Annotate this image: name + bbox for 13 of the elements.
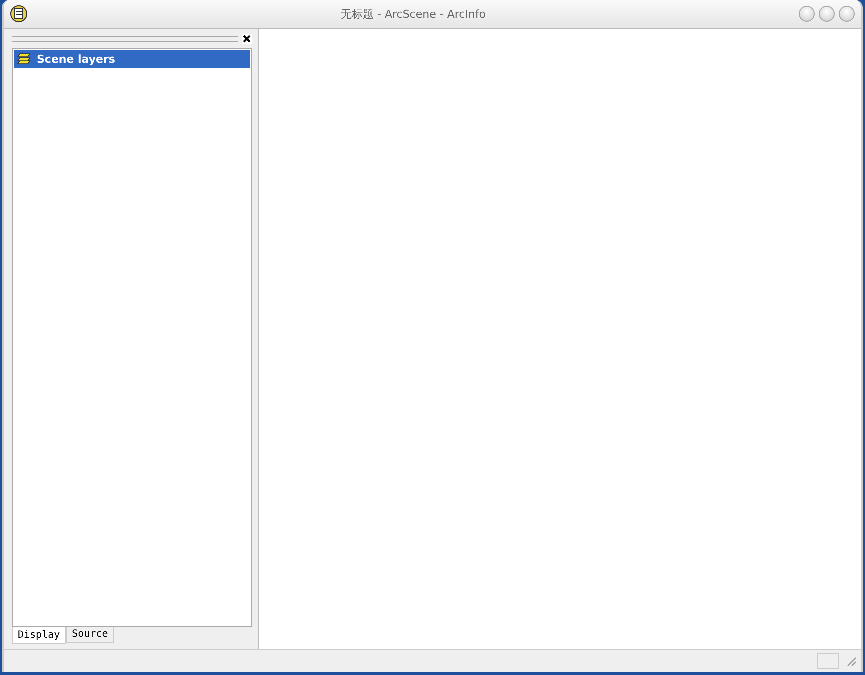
tab[interactable]: Display [12, 627, 66, 644]
close-icon[interactable] [242, 34, 252, 44]
window-control-button[interactable] [799, 6, 815, 22]
resize-grip-icon[interactable] [845, 655, 857, 667]
tab[interactable]: Source [66, 627, 114, 643]
status-pane [817, 653, 839, 669]
app-icon [10, 5, 28, 23]
tree-item[interactable]: Scene layers [14, 50, 250, 68]
layers-icon [17, 53, 31, 65]
window-control-button[interactable] [839, 6, 855, 22]
panel-grip[interactable] [12, 36, 238, 42]
window-control-button[interactable] [819, 6, 835, 22]
window-title: 无标题 - ArcScene - ArcInfo [340, 6, 487, 22]
